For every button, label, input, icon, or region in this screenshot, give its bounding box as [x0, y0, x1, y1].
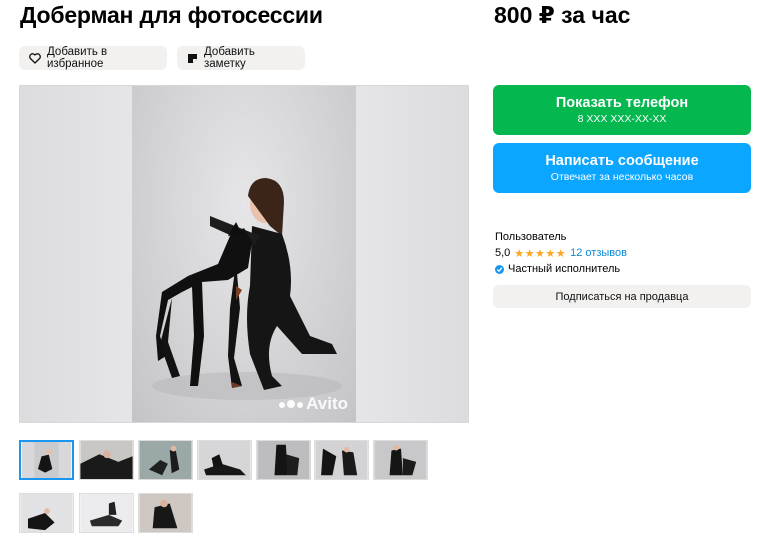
- listing-price: 800 ₽ за час: [494, 2, 631, 28]
- note-icon: [187, 53, 198, 64]
- gallery-thumbnail[interactable]: [197, 440, 252, 480]
- show-phone-button[interactable]: Показать телефон 8 XXX XXX-XX-XX: [493, 85, 751, 135]
- gallery-thumbnail[interactable]: [256, 440, 311, 480]
- avito-logo-icon: [279, 400, 304, 408]
- gallery-thumbnail[interactable]: [79, 493, 134, 533]
- photo-scene: [132, 86, 356, 422]
- add-to-favorites-label: Добавить в избранное: [47, 46, 108, 70]
- heart-icon: [29, 52, 41, 64]
- add-note-button[interactable]: Добавить заметку: [177, 46, 305, 70]
- gallery-thumbnail[interactable]: [19, 493, 74, 533]
- main-photo[interactable]: Avito: [19, 85, 469, 423]
- add-to-favorites-button[interactable]: Добавить в избранное: [19, 46, 167, 70]
- gallery-thumbnail[interactable]: [373, 440, 428, 480]
- verified-icon: [495, 264, 504, 274]
- add-note-label: Добавить заметку: [204, 46, 255, 70]
- show-phone-label: Показать телефон: [555, 95, 689, 111]
- gallery-thumbnail[interactable]: [138, 493, 193, 533]
- watermark-text: Avito: [306, 394, 348, 413]
- seller-rating: 5,0: [495, 247, 511, 259]
- listing-title: Доберман для фотосессии: [20, 2, 323, 28]
- response-time: Отвечает за несколько часов: [550, 171, 694, 183]
- gallery-thumbnail[interactable]: [19, 440, 74, 480]
- avito-watermark: Avito: [279, 394, 348, 414]
- reviews-link[interactable]: 12 отзывов: [570, 247, 627, 259]
- seller-type: Частный исполнитель: [508, 263, 621, 275]
- write-message-button[interactable]: Написать сообщение Отвечает за несколько…: [493, 143, 751, 193]
- write-message-label: Написать сообщение: [545, 153, 699, 169]
- gallery-thumbnail[interactable]: [138, 440, 193, 480]
- gallery-thumbnail[interactable]: [314, 440, 369, 480]
- rating-stars: ★★★★★: [514, 247, 567, 260]
- phone-masked: 8 XXX XXX-XX-XX: [577, 113, 667, 125]
- seller-info: Пользователь 5,0 ★★★★★ 12 отзывов Частны…: [495, 229, 627, 277]
- seller-name[interactable]: Пользователь: [495, 231, 566, 243]
- subscribe-seller-button[interactable]: Подписаться на продавца: [493, 285, 751, 308]
- gallery-thumbnail[interactable]: [79, 440, 134, 480]
